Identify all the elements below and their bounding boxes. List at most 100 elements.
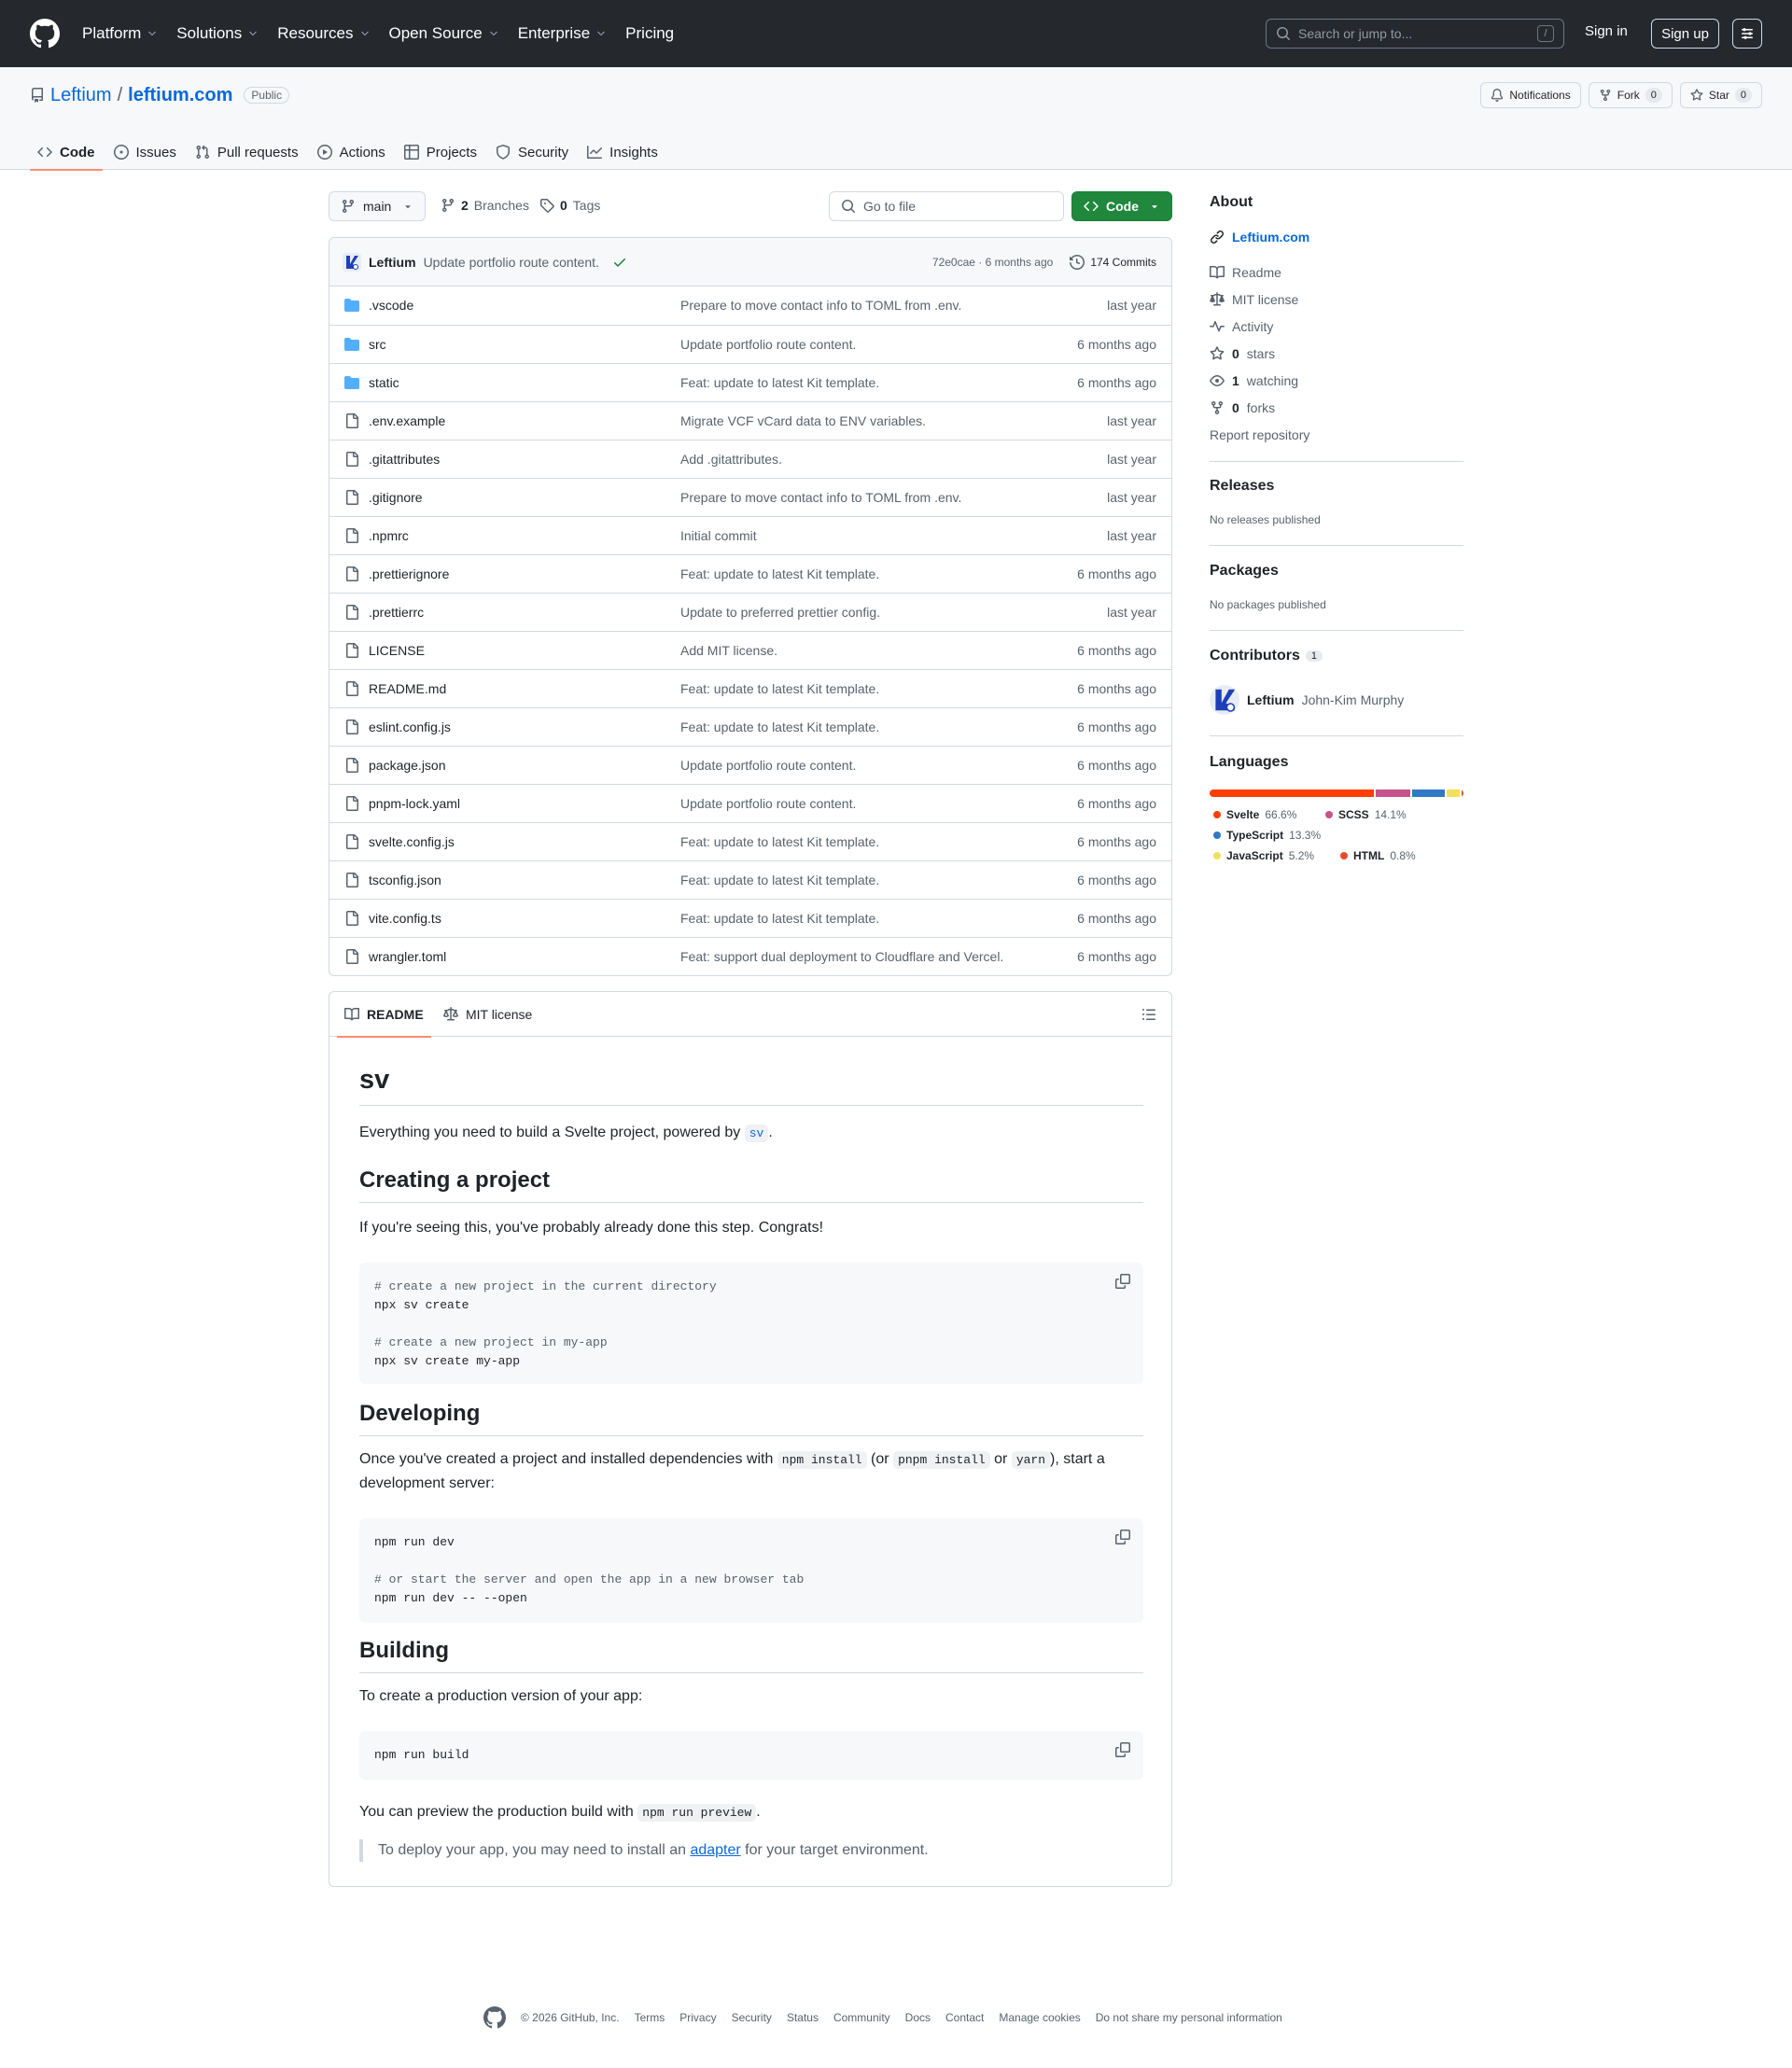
- file-name-link[interactable]: wrangler.toml: [369, 949, 446, 964]
- branch-select-button[interactable]: main: [329, 191, 426, 221]
- contributors-heading[interactable]: Contributors 1: [1210, 648, 1323, 664]
- file-row[interactable]: .prettierignore Feat: update to latest Ki…: [329, 554, 1171, 593]
- tab-insights[interactable]: Insights: [580, 134, 665, 170]
- releases-heading[interactable]: Releases: [1210, 478, 1274, 495]
- commits-history-link[interactable]: 174 Commits: [1070, 254, 1156, 270]
- footer-link-docs[interactable]: Docs: [905, 2011, 931, 2024]
- sv-link[interactable]: sv: [744, 1125, 769, 1142]
- tab-projects[interactable]: Projects: [397, 134, 484, 170]
- file-name-link[interactable]: pnpm-lock.yaml: [369, 796, 460, 811]
- file-name-link[interactable]: src: [369, 337, 386, 352]
- file-row[interactable]: tsconfig.json Feat: update to latest Kit …: [329, 860, 1171, 899]
- fork-button[interactable]: Fork 0: [1588, 82, 1673, 108]
- sign-up-button[interactable]: Sign up: [1651, 19, 1719, 49]
- tab-security[interactable]: Security: [488, 134, 576, 170]
- file-commit-message-link[interactable]: Feat: update to latest Kit template.: [680, 911, 879, 926]
- file-commit-message-link[interactable]: Feat: update to latest Kit template.: [680, 375, 879, 390]
- commit-hash-date[interactable]: 72e0cae · 6 months ago: [932, 256, 1053, 269]
- file-name-link[interactable]: svelte.config.js: [369, 834, 455, 849]
- file-row[interactable]: .gitattributes Add .gitattributes. last ye…: [329, 440, 1171, 478]
- go-to-file-input[interactable]: Go to file: [829, 191, 1064, 221]
- notifications-button[interactable]: Notifications: [1480, 82, 1581, 108]
- tab-readme[interactable]: README: [337, 992, 431, 1038]
- code-download-button[interactable]: Code: [1071, 191, 1172, 221]
- file-name-link[interactable]: .gitignore: [369, 490, 423, 505]
- file-row[interactable]: .gitignore Prepare to move contact info t…: [329, 478, 1171, 516]
- repo-name-link[interactable]: leftium.com: [128, 85, 232, 106]
- readme-link[interactable]: Readme: [1210, 265, 1281, 280]
- nav-solutions[interactable]: Solutions: [176, 24, 259, 43]
- tab-code[interactable]: Code: [30, 134, 103, 171]
- file-name-link[interactable]: .npmrc: [369, 528, 409, 543]
- list-unordered-icon[interactable]: [1141, 1007, 1156, 1022]
- file-name-link[interactable]: .prettierrc: [369, 605, 424, 620]
- file-commit-message-link[interactable]: Feat: update to latest Kit template.: [680, 834, 879, 849]
- language-item[interactable]: JavaScript 5.2%: [1213, 849, 1314, 862]
- tab-actions[interactable]: Actions: [310, 134, 393, 170]
- check-icon[interactable]: [612, 255, 627, 270]
- nav-open-source[interactable]: Open Source: [389, 24, 499, 43]
- star-button[interactable]: Star 0: [1679, 82, 1762, 108]
- copy-icon[interactable]: [1115, 1742, 1130, 1757]
- file-commit-message-link[interactable]: Update to preferred prettier config.: [680, 605, 880, 620]
- language-item[interactable]: TypeScript 13.3%: [1213, 829, 1321, 842]
- nav-resources[interactable]: Resources: [277, 24, 370, 43]
- file-row[interactable]: .env.example Migrate VCF vCard data to EN…: [329, 401, 1171, 440]
- file-row[interactable]: package.json Update portfolio route conte…: [329, 746, 1171, 784]
- github-logo-icon[interactable]: [30, 19, 60, 49]
- menu-button[interactable]: [1732, 19, 1762, 49]
- search-input[interactable]: Search or jump to... /: [1266, 19, 1564, 49]
- stars-link[interactable]: 0 stars: [1210, 346, 1275, 361]
- footer-link-terms[interactable]: Terms: [635, 2011, 665, 2024]
- footer-link-status[interactable]: Status: [787, 2011, 819, 2024]
- file-row[interactable]: pnpm-lock.yaml Update portfolio route con…: [329, 784, 1171, 822]
- file-row[interactable]: .npmrc Initial commit last year: [329, 516, 1171, 554]
- tags-link[interactable]: 0 Tags: [539, 198, 600, 213]
- file-commit-message-link[interactable]: Add .gitattributes.: [680, 452, 782, 467]
- tab-pull-requests[interactable]: Pull requests: [188, 134, 306, 170]
- file-name-link[interactable]: eslint.config.js: [369, 720, 451, 734]
- nav-platform[interactable]: Platform: [82, 24, 158, 43]
- tab-issues[interactable]: Issues: [106, 134, 184, 170]
- adapter-link[interactable]: adapter: [690, 1842, 740, 1858]
- file-row[interactable]: eslint.config.js Feat: update to latest K…: [329, 707, 1171, 746]
- report-repository-link[interactable]: Report repository: [1210, 427, 1309, 442]
- file-commit-message-link[interactable]: Feat: update to latest Kit template.: [680, 873, 879, 887]
- github-logo-icon[interactable]: [483, 2006, 506, 2029]
- nav-enterprise[interactable]: Enterprise: [518, 24, 607, 43]
- file-commit-message-link[interactable]: Add MIT license.: [680, 643, 777, 658]
- footer-link-community[interactable]: Community: [833, 2011, 890, 2024]
- license-link[interactable]: MIT license: [1210, 292, 1298, 307]
- file-name-link[interactable]: tsconfig.json: [369, 873, 441, 887]
- repo-owner-link[interactable]: Leftium: [50, 85, 112, 106]
- file-row[interactable]: static Feat: update to latest Kit templat…: [329, 363, 1171, 401]
- file-commit-message-link[interactable]: Feat: support dual deployment to Cloudfl…: [680, 949, 1003, 964]
- file-name-link[interactable]: static: [369, 375, 399, 390]
- file-row[interactable]: src Update portfolio route content. 6 mont…: [329, 325, 1171, 363]
- file-row[interactable]: LICENSE Add MIT license. 6 months ago: [329, 631, 1171, 669]
- language-item[interactable]: SCSS 14.1%: [1325, 808, 1407, 821]
- avatar[interactable]: [343, 252, 361, 272]
- language-item[interactable]: Svelte 66.6%: [1213, 808, 1296, 821]
- activity-link[interactable]: Activity: [1210, 319, 1273, 334]
- file-commit-message-link[interactable]: Initial commit: [680, 528, 757, 543]
- file-commit-message-link[interactable]: Update portfolio route content.: [680, 337, 856, 352]
- copy-icon[interactable]: [1115, 1530, 1130, 1544]
- copy-icon[interactable]: [1115, 1274, 1130, 1289]
- contributor-item[interactable]: Leftium John-Kim Murphy: [1210, 685, 1404, 715]
- file-commit-message-link[interactable]: Update portfolio route content.: [680, 796, 856, 811]
- footer-link-do-not-share[interactable]: Do not share my personal information: [1096, 2011, 1282, 2024]
- file-row[interactable]: .vscode Prepare to move contact info to T…: [329, 286, 1171, 325]
- branches-link[interactable]: 2 Branches: [441, 198, 529, 213]
- file-name-link[interactable]: LICENSE: [369, 643, 425, 658]
- footer-link-manage-cookies[interactable]: Manage cookies: [999, 2011, 1080, 2024]
- footer-link-contact[interactable]: Contact: [945, 2011, 984, 2024]
- packages-heading[interactable]: Packages: [1210, 563, 1279, 580]
- file-row[interactable]: README.md Feat: update to latest Kit temp…: [329, 669, 1171, 707]
- file-commit-message-link[interactable]: Feat: update to latest Kit template.: [680, 681, 879, 696]
- forks-link[interactable]: 0 forks: [1210, 400, 1275, 415]
- file-name-link[interactable]: package.json: [369, 758, 446, 773]
- file-row[interactable]: wrangler.toml Feat: support dual deployme…: [329, 937, 1171, 975]
- file-name-link[interactable]: .vscode: [369, 298, 413, 313]
- file-name-link[interactable]: .prettierignore: [369, 566, 449, 581]
